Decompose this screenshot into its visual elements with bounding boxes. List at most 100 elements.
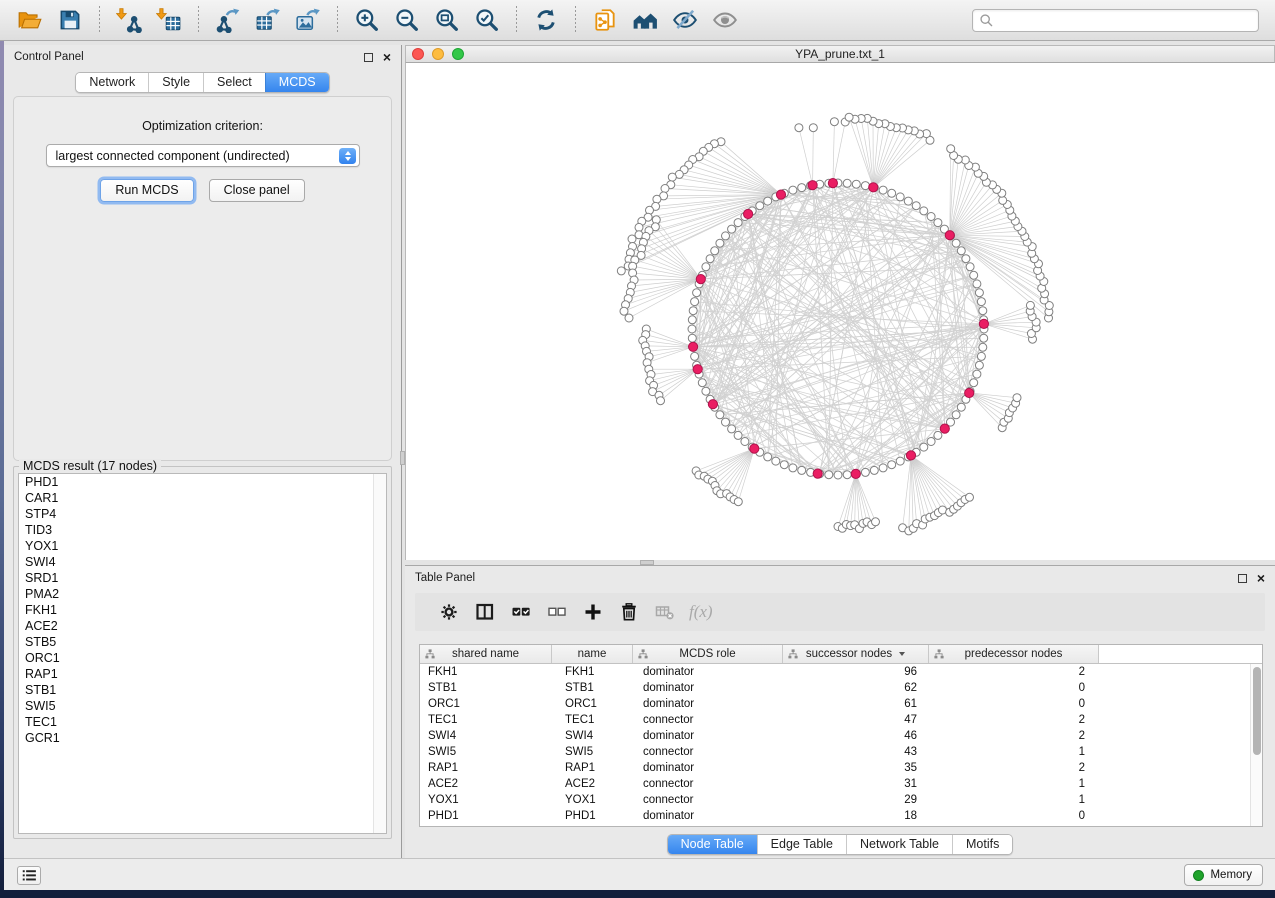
- table-tab-network-table[interactable]: Network Table: [846, 835, 952, 854]
- table-row[interactable]: SWI4SWI4dominator462: [420, 728, 1262, 744]
- table-row[interactable]: YOX1YOX1connector291: [420, 792, 1262, 808]
- mcds-result-item[interactable]: ACE2: [19, 618, 386, 634]
- close-panel-button[interactable]: Close panel: [209, 179, 305, 202]
- optimization-criterion-select[interactable]: largest connected component (undirected): [46, 144, 360, 167]
- status-bar: Memory: [4, 858, 1275, 890]
- mcds-result-item[interactable]: STP4: [19, 506, 386, 522]
- select-all-icon[interactable]: [503, 597, 539, 627]
- task-history-button[interactable]: [17, 866, 41, 885]
- table-tab-node-table[interactable]: Node Table: [668, 835, 757, 854]
- table-row[interactable]: RAP1RAP1dominator352: [420, 760, 1262, 776]
- column-header-successor-nodes[interactable]: successor nodes: [783, 645, 929, 663]
- save-session-icon[interactable]: [55, 5, 85, 35]
- table-row[interactable]: ACE2ACE2connector311: [420, 776, 1262, 792]
- vertical-splitter-handle[interactable]: [400, 451, 405, 465]
- zoom-in-icon[interactable]: [352, 5, 382, 35]
- table-cell: SWI4: [420, 730, 552, 742]
- window-minimize-traffic-light[interactable]: [432, 48, 444, 60]
- export-table-icon[interactable]: [253, 5, 283, 35]
- network-window-titlebar[interactable]: YPA_prune.txt_1: [405, 45, 1275, 63]
- mcds-result-item[interactable]: YOX1: [19, 538, 386, 554]
- mcds-result-item[interactable]: FKH1: [19, 602, 386, 618]
- open-file-icon[interactable]: [15, 5, 45, 35]
- mcds-result-item[interactable]: SRD1: [19, 570, 386, 586]
- close-table-panel-icon[interactable]: ×: [1257, 573, 1265, 583]
- window-close-traffic-light[interactable]: [412, 48, 424, 60]
- table-row[interactable]: TEC1TEC1connector472: [420, 712, 1262, 728]
- table-row[interactable]: SWI5SWI5connector431: [420, 744, 1262, 760]
- tab-select[interactable]: Select: [203, 73, 265, 92]
- deselect-all-icon[interactable]: [539, 597, 575, 627]
- import-network-icon[interactable]: [114, 5, 144, 35]
- tab-mcds[interactable]: MCDS: [265, 73, 329, 92]
- new-network-from-file-icon[interactable]: [590, 5, 620, 35]
- search-icon: [979, 13, 993, 27]
- tab-network[interactable]: Network: [76, 73, 148, 92]
- column-header-shared-name[interactable]: shared name: [420, 645, 552, 663]
- network-canvas[interactable]: [405, 63, 1275, 560]
- node-table-header: shared namenameMCDS rolesuccessor nodesp…: [420, 645, 1262, 664]
- table-cell: YOX1: [552, 794, 633, 806]
- mcds-result-item[interactable]: GCR1: [19, 730, 386, 746]
- column-hierarchy-icon: [638, 649, 648, 659]
- table-cell: STB1: [552, 682, 633, 694]
- refresh-icon[interactable]: [531, 5, 561, 35]
- toolbar-separator: [337, 6, 338, 34]
- close-panel-icon[interactable]: ×: [383, 52, 391, 62]
- float-panel-icon[interactable]: [364, 53, 373, 62]
- table-row[interactable]: ORC1ORC1dominator610: [420, 696, 1262, 712]
- network-overview-icon[interactable]: [630, 5, 660, 35]
- task-list-icon: [22, 869, 37, 882]
- mcds-result-item[interactable]: CAR1: [19, 490, 386, 506]
- table-cell: 61: [783, 698, 929, 710]
- import-table-icon[interactable]: [154, 5, 184, 35]
- mcds-result-item[interactable]: PHD1: [19, 474, 386, 490]
- mcds-result-item[interactable]: STB1: [19, 682, 386, 698]
- mcds-result-item[interactable]: TID3: [19, 522, 386, 538]
- column-header-predecessor-nodes[interactable]: predecessor nodes: [929, 645, 1099, 663]
- table-cell: connector: [633, 778, 783, 790]
- show-graphics-details-icon[interactable]: [710, 5, 740, 35]
- table-scrollbar-thumb[interactable]: [1253, 667, 1261, 755]
- zoom-fit-icon[interactable]: [432, 5, 462, 35]
- memory-button[interactable]: Memory: [1184, 864, 1263, 886]
- mcds-result-item[interactable]: ORC1: [19, 650, 386, 666]
- float-table-panel-icon[interactable]: [1238, 574, 1247, 583]
- table-cell: connector: [633, 794, 783, 806]
- mcds-result-item[interactable]: STB5: [19, 634, 386, 650]
- run-mcds-button[interactable]: Run MCDS: [100, 179, 193, 202]
- search-box[interactable]: [972, 9, 1259, 32]
- export-network-icon[interactable]: [213, 5, 243, 35]
- column-header-name[interactable]: name: [552, 645, 633, 663]
- mcds-list-scrollbar[interactable]: [373, 474, 386, 833]
- tab-style[interactable]: Style: [148, 73, 203, 92]
- table-row[interactable]: FKH1FKH1dominator962: [420, 664, 1262, 680]
- table-toolbar: f(x): [415, 593, 1265, 631]
- table-row[interactable]: STB1STB1dominator620: [420, 680, 1262, 696]
- add-column-icon[interactable]: [575, 597, 611, 627]
- window-zoom-traffic-light[interactable]: [452, 48, 464, 60]
- mcds-result-item[interactable]: SWI5: [19, 698, 386, 714]
- table-cell: dominator: [633, 666, 783, 678]
- show-columns-icon[interactable]: [467, 597, 503, 627]
- table-scrollbar[interactable]: [1250, 664, 1262, 826]
- export-image-icon[interactable]: [293, 5, 323, 35]
- table-tab-edge-table[interactable]: Edge Table: [757, 835, 846, 854]
- table-cell: 1: [929, 746, 1099, 758]
- zoom-out-icon[interactable]: [392, 5, 422, 35]
- search-input[interactable]: [998, 13, 1252, 27]
- column-header-MCDS-role[interactable]: MCDS role: [633, 645, 783, 663]
- table-cell: YOX1: [420, 794, 552, 806]
- hide-details-icon[interactable]: [670, 5, 700, 35]
- mcds-result-item[interactable]: TEC1: [19, 714, 386, 730]
- mcds-result-item[interactable]: SWI4: [19, 554, 386, 570]
- mcds-result-item[interactable]: PMA2: [19, 586, 386, 602]
- table-cell: RAP1: [420, 762, 552, 774]
- zoom-selected-icon[interactable]: [472, 5, 502, 35]
- table-row[interactable]: PHD1PHD1dominator180: [420, 808, 1262, 824]
- table-tab-motifs[interactable]: Motifs: [952, 835, 1012, 854]
- table-settings-gear-icon[interactable]: [431, 597, 467, 627]
- combo-stepper-icon: [339, 148, 356, 164]
- delete-column-icon[interactable]: [611, 597, 647, 627]
- mcds-result-item[interactable]: RAP1: [19, 666, 386, 682]
